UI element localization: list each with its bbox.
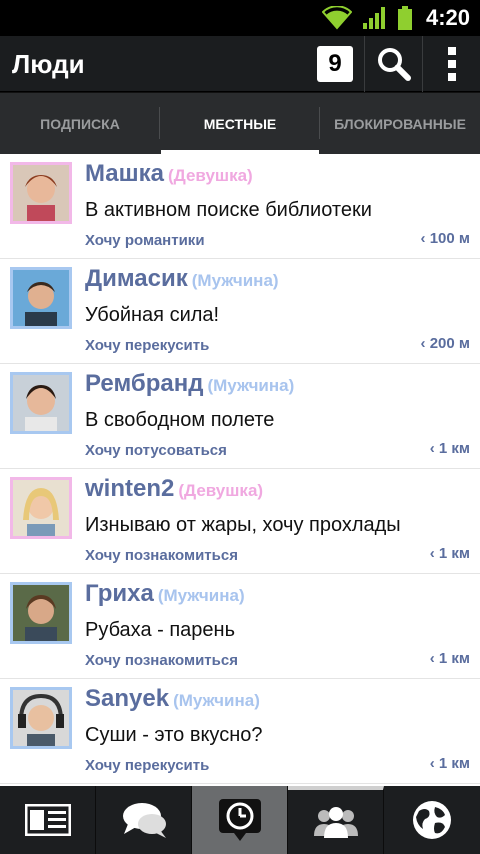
person-status: Суши - это вкусно? bbox=[85, 724, 263, 746]
avatar[interactable] bbox=[10, 477, 72, 539]
person-name: Машка (Девушка) bbox=[85, 160, 253, 187]
wifi-icon bbox=[321, 6, 352, 30]
signal-icon bbox=[362, 7, 385, 29]
list-item[interactable]: winten2 (Девушка) Изнываю от жары, хочу п… bbox=[0, 469, 480, 574]
news-feed-icon bbox=[24, 804, 71, 836]
globe-icon bbox=[413, 801, 451, 839]
distance-label: ‹ 1 км bbox=[429, 650, 470, 667]
avatar[interactable] bbox=[10, 267, 72, 329]
person-wish: Хочу перекусить bbox=[85, 757, 210, 774]
distance-label: ‹ 1 км bbox=[429, 440, 470, 457]
person-status: Изнываю от жары, хочу прохлады bbox=[85, 514, 401, 536]
list-item[interactable]: Гриха (Мужчина) Рубаха - парень Хочу позн… bbox=[0, 574, 480, 679]
clock-bubble-icon bbox=[218, 799, 261, 841]
tab-bar: ПОДПИСКА МЕСТНЫЕ БЛОКИРОВАННЫЕ bbox=[0, 92, 480, 155]
action-bar: Люди 9 bbox=[0, 36, 480, 92]
person-wish: Хочу потусоваться bbox=[85, 442, 227, 459]
gender-label: (Мужчина) bbox=[207, 376, 295, 395]
search-button[interactable] bbox=[365, 36, 422, 92]
nav-activity-button[interactable] bbox=[192, 786, 288, 854]
person-wish: Хочу познакомиться bbox=[85, 652, 238, 669]
nav-chat-button[interactable] bbox=[96, 786, 192, 854]
distance-label: ‹ 200 м bbox=[420, 335, 470, 352]
avatar[interactable] bbox=[10, 582, 72, 644]
bottom-navigation bbox=[0, 786, 480, 854]
avatar[interactable] bbox=[10, 162, 72, 224]
person-status: Убойная сила! bbox=[85, 304, 220, 326]
person-status: В свободном полете bbox=[85, 409, 275, 431]
gender-label: (Мужчина) bbox=[157, 586, 245, 605]
nav-people-button[interactable] bbox=[288, 786, 384, 854]
person-status: Рубаха - парень bbox=[85, 619, 236, 641]
list-item[interactable]: Sanyek (Мужчина) Суши - это вкусно? Хочу … bbox=[0, 679, 480, 784]
battery-icon bbox=[397, 6, 412, 30]
search-icon bbox=[377, 48, 411, 81]
person-wish: Хочу познакомиться bbox=[85, 547, 238, 564]
nav-feed-button[interactable] bbox=[0, 786, 96, 854]
person-name: Гриха (Мужчина) bbox=[85, 580, 245, 607]
avatar[interactable] bbox=[10, 687, 72, 749]
person-name: Рембранд (Мужчина) bbox=[85, 370, 295, 397]
people-icon bbox=[313, 807, 358, 838]
person-name: Sanyek (Мужчина) bbox=[85, 685, 260, 712]
page-title: Люди bbox=[12, 49, 85, 79]
person-name: Димасик (Мужчина) bbox=[85, 265, 279, 292]
person-status: В активном поиске библиотеки bbox=[85, 199, 372, 221]
tab-local[interactable]: МЕСТНЫЕ bbox=[160, 93, 320, 155]
list-item[interactable]: Рембранд (Мужчина) В свободном полете Хоч… bbox=[0, 364, 480, 469]
person-name: winten2 (Девушка) bbox=[85, 475, 264, 502]
distance-label: ‹ 1 км bbox=[429, 545, 470, 562]
status-time: 4:20 bbox=[425, 5, 470, 30]
list-item[interactable]: Димасик (Мужчина) Убойная сила! Хочу пере… bbox=[0, 259, 480, 364]
people-list[interactable]: Машка (Девушка) В активном поиске библиот… bbox=[0, 154, 480, 786]
person-wish: Хочу романтики bbox=[85, 232, 205, 249]
gender-label: (Мужчина) bbox=[191, 271, 279, 290]
overflow-menu-button[interactable] bbox=[423, 36, 480, 92]
chat-bubbles-icon bbox=[122, 803, 166, 838]
notification-count-badge[interactable]: 9 bbox=[317, 46, 353, 82]
status-bar: 4:20 bbox=[0, 0, 480, 36]
gender-label: (Девушка) bbox=[168, 166, 253, 185]
nav-world-button[interactable] bbox=[384, 786, 480, 854]
overflow-menu-icon bbox=[447, 47, 456, 81]
distance-label: ‹ 100 м bbox=[420, 230, 470, 247]
gender-label: (Мужчина) bbox=[173, 691, 260, 710]
list-item[interactable]: Машка (Девушка) В активном поиске библиот… bbox=[0, 154, 480, 259]
distance-label: ‹ 1 км bbox=[429, 755, 470, 772]
tab-subscription[interactable]: ПОДПИСКА bbox=[0, 93, 160, 155]
gender-label: (Девушка) bbox=[178, 481, 264, 500]
tab-blocked[interactable]: БЛОКИРОВАННЫЕ bbox=[320, 93, 480, 155]
avatar[interactable] bbox=[10, 372, 72, 434]
person-wish: Хочу перекусить bbox=[85, 337, 210, 354]
